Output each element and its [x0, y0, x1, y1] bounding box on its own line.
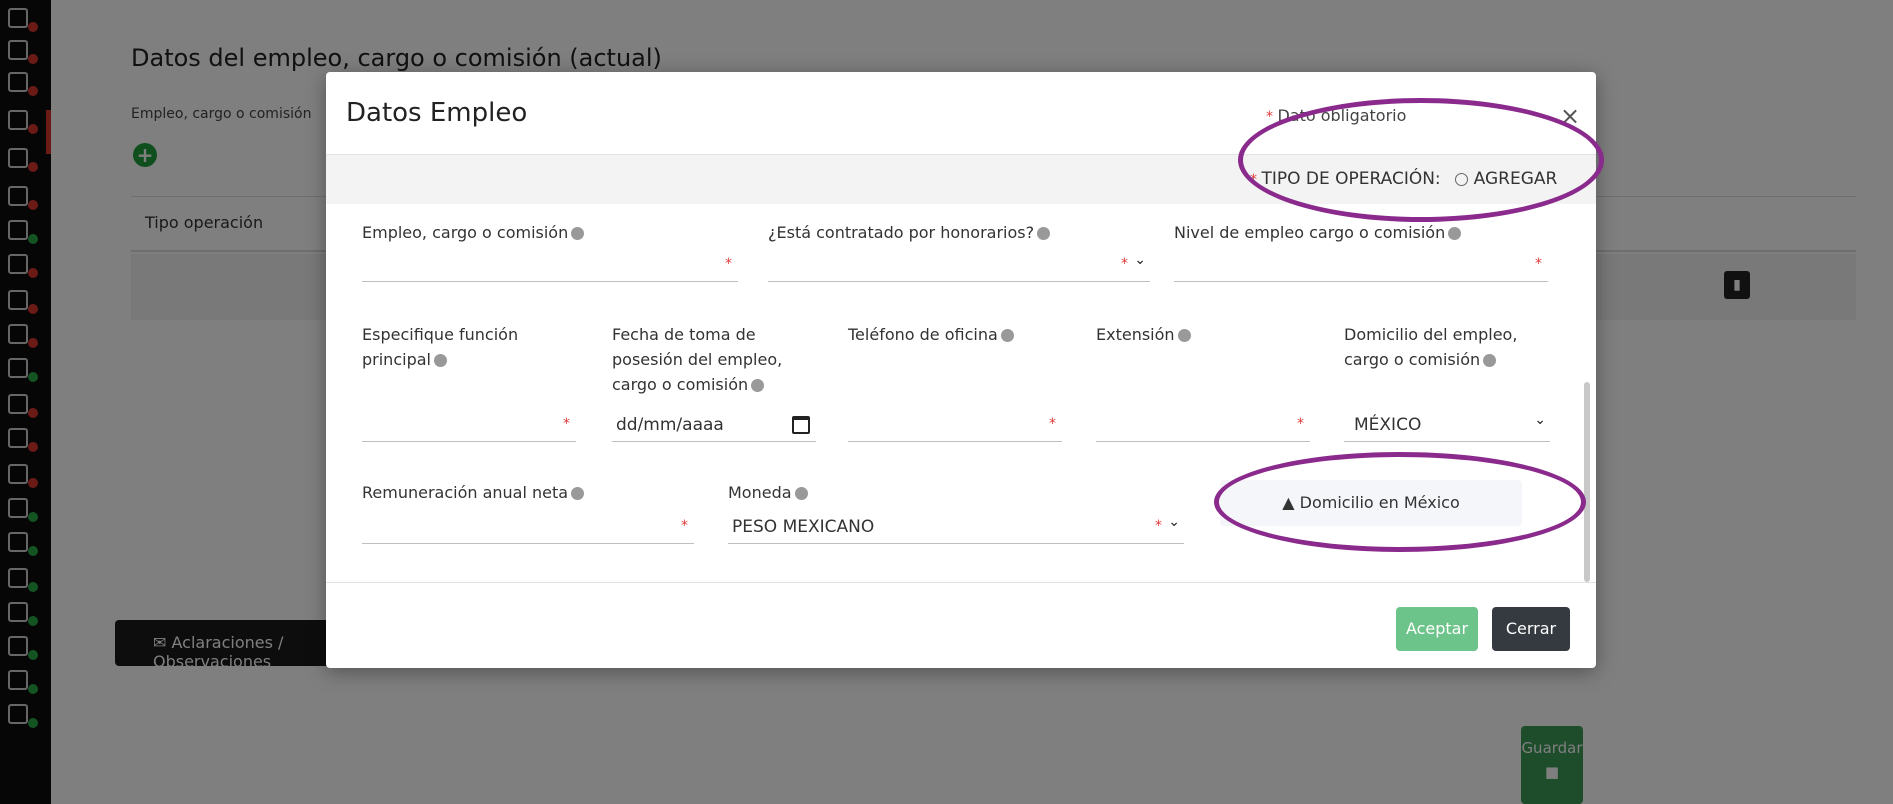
- help-icon: [1000, 329, 1014, 342]
- remuneracion-label: Remuneración anual neta: [362, 480, 585, 505]
- calendar-icon: [792, 416, 810, 434]
- modal-scrollbar[interactable]: [1584, 382, 1590, 582]
- chevron-down-icon: ⌄: [1534, 412, 1546, 428]
- extension-label: Extensión: [1096, 322, 1191, 347]
- chevron-down-icon: ⌄: [1168, 514, 1180, 530]
- help-icon: [1177, 329, 1191, 342]
- annotation-ellipse-operacion: [1238, 98, 1604, 222]
- help-icon: [1448, 227, 1462, 240]
- moneda-label: Moneda: [728, 480, 808, 505]
- help-icon: [794, 487, 808, 500]
- moneda-select[interactable]: PESO MEXICANO * ⌄: [728, 504, 1184, 544]
- remuneracion-input[interactable]: *: [362, 504, 694, 544]
- modal-footer: Aceptar Cerrar: [326, 582, 1596, 668]
- modal-title: Datos Empleo: [346, 98, 528, 128]
- help-icon: [571, 227, 585, 240]
- chevron-down-icon: ⌄: [1134, 252, 1146, 268]
- honorarios-select[interactable]: * ⌄: [768, 242, 1150, 282]
- empleo-input[interactable]: *: [362, 242, 738, 282]
- domicilio-select[interactable]: MÉXICO ⌄: [1344, 402, 1550, 442]
- extension-input[interactable]: *: [1096, 402, 1310, 442]
- help-icon: [1037, 227, 1051, 240]
- aceptar-button[interactable]: Aceptar: [1396, 607, 1478, 651]
- funcion-label: Especifique función principal: [362, 325, 519, 369]
- help-icon: [571, 487, 585, 500]
- telefono-label: Teléfono de oficina: [848, 322, 1014, 347]
- fecha-input[interactable]: dd/mm/aaaa: [612, 402, 816, 442]
- nivel-input[interactable]: *: [1174, 242, 1548, 282]
- funcion-input[interactable]: *: [362, 402, 576, 442]
- help-icon: [751, 379, 765, 392]
- domicilio-label: Domicilio del empleo, cargo o comisión: [1344, 325, 1518, 369]
- fecha-label: Fecha de toma de posesión del empleo, ca…: [612, 325, 783, 394]
- help-icon: [433, 354, 447, 367]
- annotation-ellipse-domicilio: [1214, 452, 1586, 552]
- help-icon: [1483, 354, 1497, 367]
- cerrar-button[interactable]: Cerrar: [1492, 607, 1570, 651]
- telefono-input[interactable]: *: [848, 402, 1062, 442]
